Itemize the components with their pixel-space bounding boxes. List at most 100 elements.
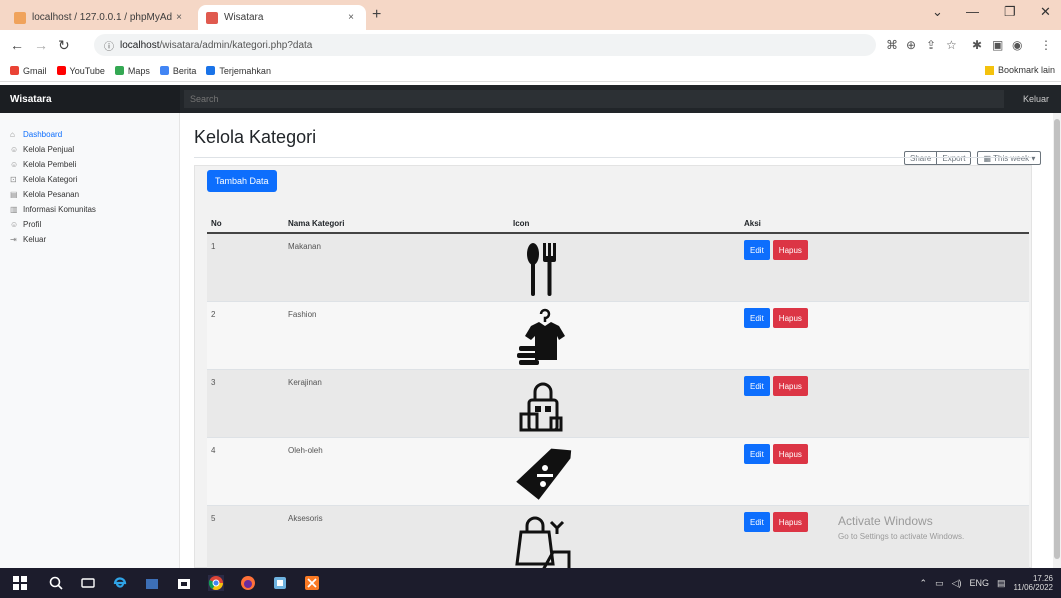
cell-nama: Oleh-oleh	[288, 446, 323, 455]
brand-logo[interactable]: Wisatara	[0, 85, 180, 113]
delete-button[interactable]: Hapus	[772, 308, 808, 328]
chevron-up-icon[interactable]: ⌃	[920, 578, 928, 589]
page-title: Kelola Kategori	[194, 127, 317, 147]
bookmark-youtube[interactable]: YouTube	[56, 66, 105, 76]
sidebar-item-label: Informasi Komunitas	[23, 205, 96, 214]
clock-date: 11/06/2022	[1013, 583, 1053, 592]
sidebar-item-kelola-kategori[interactable]: ⊡ Kelola Kategori	[0, 172, 179, 187]
profile-avatar-icon[interactable]: ◉	[1012, 38, 1022, 52]
url-path: /wisatara/admin/kategori.php?data	[159, 39, 313, 51]
tab-phpmyadmin[interactable]: localhost / 127.0.0.1 / phpMyAdmin ×	[6, 5, 194, 30]
folder-icon	[984, 65, 994, 75]
clock[interactable]: 17.26 11/06/2022	[1014, 574, 1053, 592]
restore-icon[interactable]: ❐	[1004, 4, 1016, 20]
notes-app-icon[interactable]	[272, 575, 288, 591]
sidebar-item-kelola-penjual[interactable]: ☺ Kelola Penjual	[0, 142, 179, 157]
row-actions: Edit Hapus	[744, 512, 808, 532]
sidebar-item-label: Kelola Pesanan	[23, 190, 80, 199]
close-window-icon[interactable]: ✕	[1040, 4, 1051, 20]
delete-button[interactable]: Hapus	[772, 240, 808, 260]
volume-icon[interactable]: ◁)	[952, 578, 962, 589]
site-info-icon[interactable]: ⓘ	[104, 38, 114, 53]
vertical-scrollbar[interactable]	[1053, 113, 1061, 568]
bookmark-label: Bookmark lain	[997, 65, 1055, 75]
reload-icon[interactable]: ↻	[58, 37, 70, 54]
xampp-icon[interactable]	[304, 575, 320, 591]
file-icon: ▤	[10, 190, 18, 199]
tab-wisatara[interactable]: Wisatara ×	[198, 5, 366, 30]
table-row: 2 Fashion Edit Hapus	[207, 302, 1029, 370]
kategori-card: Tambah Data No Nama Kategori Icon Aksi 1…	[194, 165, 1032, 574]
sidebar-item-kelola-pesanan[interactable]: ▤ Kelola Pesanan	[0, 187, 179, 202]
minimize-icon[interactable]: —	[966, 4, 979, 19]
url-input[interactable]: ⓘ localhost /wisatara/admin/kategori.php…	[94, 34, 876, 56]
users-icon: ☺	[10, 145, 19, 154]
edge-icon[interactable]	[112, 575, 128, 591]
notification-icon[interactable]: ▤	[997, 578, 1006, 589]
row-actions: Edit Hapus	[744, 444, 808, 464]
row-actions: Edit Hapus	[744, 240, 808, 260]
zoom-icon[interactable]: ⊕	[906, 38, 916, 52]
forward-icon[interactable]: →	[34, 37, 48, 53]
chrome-icon[interactable]	[208, 575, 224, 591]
export-button[interactable]: Export	[937, 151, 972, 165]
sidebar-item-dashboard[interactable]: ⌂ Dashboard	[0, 127, 179, 142]
row-actions: Edit Hapus	[744, 376, 808, 396]
search-icon[interactable]	[48, 575, 64, 591]
edit-button[interactable]: Edit	[744, 512, 770, 532]
table-row: 1 Makanan Edit Hapus	[207, 234, 1029, 302]
add-data-button[interactable]: Tambah Data	[207, 170, 277, 192]
close-tab-icon[interactable]: ×	[172, 12, 186, 23]
search-input[interactable]	[184, 90, 1004, 108]
bookmark-berita[interactable]: Berita	[159, 65, 197, 76]
bookmark-label: Berita	[172, 65, 197, 76]
share-icon[interactable]: ⇪	[926, 38, 936, 52]
signout-link[interactable]: Keluar	[1023, 94, 1049, 104]
users-icon: ☺	[10, 160, 19, 169]
sidebar-item-profil[interactable]: ☺ Profil	[0, 217, 179, 232]
edit-button[interactable]: Edit	[744, 444, 770, 464]
new-tab-icon[interactable]: +	[372, 6, 381, 24]
extensions-icon[interactable]: ✱	[972, 38, 982, 52]
windows-start-icon[interactable]	[12, 575, 28, 591]
home-icon: ⌂	[10, 130, 15, 139]
store-icon[interactable]	[144, 575, 160, 591]
cell-no: 3	[211, 378, 216, 387]
clock-time: 17.26	[1032, 574, 1053, 583]
menu-kebab-icon[interactable]: ⋮	[1040, 38, 1052, 52]
bookmark-terjemahkan[interactable]: Terjemahkan	[206, 66, 271, 76]
bookmark-star-icon[interactable]: ☆	[946, 38, 957, 52]
edit-button[interactable]: Edit	[744, 240, 770, 260]
sidebar-item-kelola-pembeli[interactable]: ☺ Kelola Pembeli	[0, 157, 179, 172]
firefox-icon[interactable]	[240, 575, 256, 591]
gmail-icon	[10, 66, 19, 75]
title-divider	[194, 157, 1032, 158]
sidebar-item-label: Profil	[23, 220, 42, 229]
delete-button[interactable]: Hapus	[772, 376, 808, 396]
app-navbar: Wisatara Keluar	[0, 85, 1061, 113]
scrollbar-thumb[interactable]	[1054, 119, 1060, 559]
other-bookmarks[interactable]: Bookmark lain	[984, 65, 1055, 75]
translate-icon[interactable]: ⌘	[886, 38, 898, 52]
close-tab-icon[interactable]: ×	[344, 12, 358, 23]
sidebar-item-informasi-komunitas[interactable]: ▥ Informasi Komunitas	[0, 202, 179, 217]
bookmark-maps[interactable]: Maps	[114, 66, 150, 76]
file-explorer-icon[interactable]	[176, 575, 192, 591]
tab-search-icon[interactable]: ⌄	[932, 4, 943, 20]
share-button[interactable]: Share	[904, 151, 938, 165]
edit-button[interactable]: Edit	[744, 376, 770, 396]
delete-button[interactable]: Hapus	[772, 444, 808, 464]
bookmark-gmail[interactable]: Gmail	[10, 66, 47, 76]
task-view-icon[interactable]	[80, 575, 96, 591]
sidebar-item-keluar[interactable]: ⇥ Keluar	[0, 232, 179, 247]
sidepanel-icon[interactable]: ▣	[992, 38, 1003, 52]
network-icon[interactable]: ▭	[935, 578, 944, 589]
this-week-dropdown[interactable]: ▦ This week ▾	[977, 151, 1042, 165]
tab-title: Wisatara	[224, 12, 264, 23]
cell-no: 1	[211, 242, 216, 251]
edit-button[interactable]: Edit	[744, 308, 770, 328]
delete-button[interactable]: Hapus	[772, 512, 808, 532]
back-icon[interactable]: ←	[10, 37, 24, 53]
language-icon[interactable]: ENG	[970, 578, 990, 588]
activate-windows-watermark: Activate Windows Go to Settings to activ…	[838, 513, 964, 545]
